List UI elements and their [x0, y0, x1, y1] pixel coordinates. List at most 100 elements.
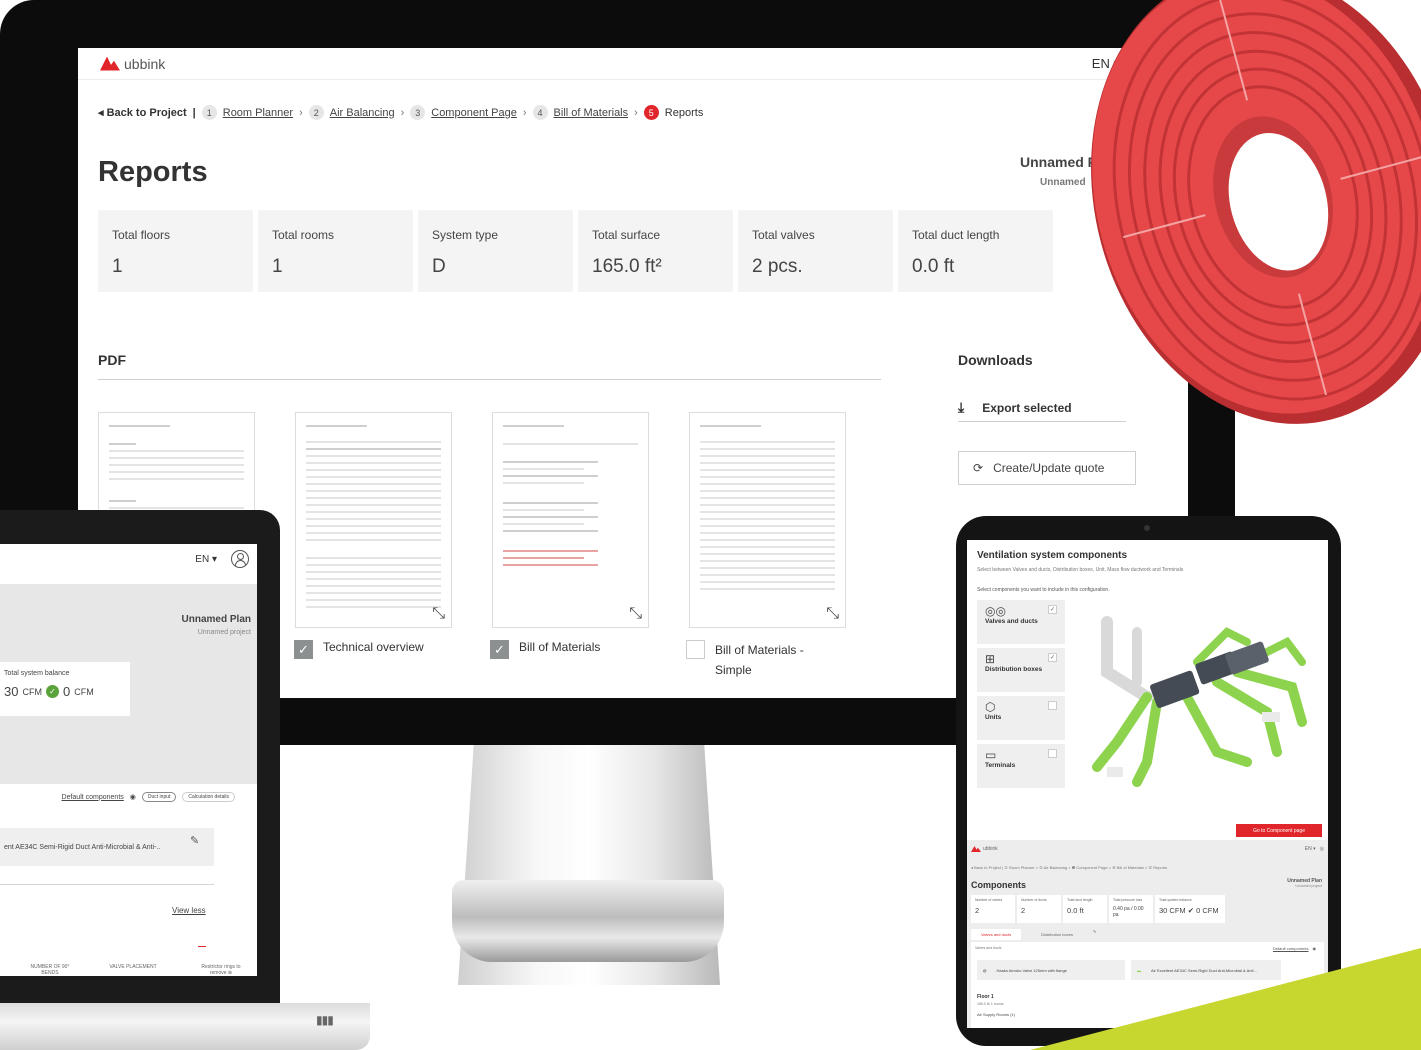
- laptop-screen: EN ▾ Unnamed Plan Unnamed project Total …: [0, 544, 257, 976]
- duct-input-toggle[interactable]: Duct input: [141, 792, 177, 802]
- breadcrumb-reports-current: Reports: [664, 106, 704, 119]
- go-to-component-page-button[interactable]: Go to Component page: [1236, 824, 1322, 837]
- tablet-screen: Ventilation system components Select bet…: [967, 540, 1328, 1028]
- card-label: Valves and ducts: [985, 618, 1038, 625]
- expand-icon[interactable]: ⤡: [432, 605, 445, 623]
- checkbox-unchecked[interactable]: [686, 640, 705, 659]
- checkbox-checked[interactable]: ✓: [490, 640, 509, 659]
- breadcrumb-divider: |: [192, 106, 196, 119]
- card-units[interactable]: ⬡ Units: [977, 696, 1065, 740]
- card-label: Units: [985, 714, 1002, 721]
- balance-left: 30: [4, 684, 19, 699]
- create-update-quote-button[interactable]: ⟳ Create/Update quote: [958, 451, 1136, 485]
- back-to-project-link[interactable]: ◂ Back to Project: [98, 106, 187, 119]
- laptop: EN ▾ Unnamed Plan Unnamed project Total …: [0, 510, 280, 1015]
- checkbox-checked[interactable]: ✓: [1048, 653, 1057, 662]
- total-system-balance-card: Total system balance 30 CFM ✓ 0 CFM: [0, 662, 130, 716]
- card-terminals[interactable]: ▭ Terminals: [977, 744, 1065, 788]
- language-selector[interactable]: EN ▾: [195, 554, 217, 565]
- view-less-link[interactable]: View less: [172, 906, 206, 915]
- valves-icon: ◎◎: [985, 604, 1006, 618]
- component-type-cards: ◎◎ Valves and ducts ✓ ⊞ Distribution box…: [977, 600, 1065, 792]
- breadcrumb: ◂ Back to Project | ① Room Planner > ② A…: [971, 865, 1168, 870]
- column-header: VALVE PLACEMENT: [109, 964, 157, 970]
- stat-value: 165.0 ft²: [592, 256, 662, 277]
- default-duct-item: ent AE34C Semi-Rigid Duct Anti-Microbial…: [0, 828, 214, 866]
- floor-summary: 165.0 ft² 1 rooms: [977, 1002, 1004, 1006]
- report-thumbnail-bill-of-materials[interactable]: ⤡: [492, 412, 649, 628]
- checkbox-checked[interactable]: ✓: [294, 640, 313, 659]
- language-selector[interactable]: EN ▾: [1305, 846, 1316, 852]
- terminal-icon: ▭: [985, 748, 997, 762]
- checkbox-checked[interactable]: ✓: [1048, 605, 1057, 614]
- floor-heading: Floor 1: [977, 994, 994, 1000]
- laptop-header: EN ▾: [0, 544, 257, 574]
- step-number: 4: [532, 105, 548, 120]
- checkbox-unchecked[interactable]: [1048, 701, 1057, 710]
- report-thumbnail-bill-of-materials-simple[interactable]: ⤡: [689, 412, 846, 628]
- stat-label: Total duct length: [1067, 898, 1093, 902]
- monitor-stand-base: [452, 880, 724, 962]
- default-components-link[interactable]: Default components: [1273, 946, 1309, 951]
- project-name: Unnamed project: [197, 629, 251, 636]
- stat-card: Total system balance 30 CFM ✔ 0 CFM: [1155, 895, 1225, 923]
- stat-label: Total valves: [752, 228, 815, 242]
- eye-icon[interactable]: ◉: [130, 793, 136, 801]
- logo-text: ubbink: [983, 846, 998, 852]
- ubbink-logo-icon: [971, 846, 981, 852]
- breadcrumb: ◂ Back to Project | 1 Room Planner › 2 A…: [98, 105, 703, 120]
- user-account-icon[interactable]: ◎: [1320, 846, 1324, 852]
- pdf-heading: PDF: [98, 352, 126, 368]
- checkbox-unchecked[interactable]: [1048, 749, 1057, 758]
- card-distribution-boxes[interactable]: ⊞ Distribution boxes ✓: [977, 648, 1065, 692]
- stat-value: 2 pcs.: [752, 256, 803, 277]
- unit-icon: ⬡: [985, 700, 996, 714]
- stat-label: Total system balance: [1159, 898, 1192, 902]
- stat-card: Number of ducts 2: [1017, 895, 1061, 923]
- remove-icon[interactable]: [198, 946, 206, 947]
- default-components-link[interactable]: Default components: [62, 794, 124, 801]
- report-option-bill-of-materials[interactable]: ✓ Bill of Materials: [490, 640, 600, 659]
- expand-icon[interactable]: ⤡: [629, 605, 642, 623]
- stat-total-duct-length: Total duct length 0.0 ft: [898, 210, 1053, 292]
- balance-value: 30 CFM ✓ 0 CFM: [4, 684, 126, 699]
- stat-label: System type: [432, 228, 499, 242]
- expand-icon[interactable]: ⤡: [826, 605, 839, 623]
- stat-total-surface: Total surface 165.0 ft²: [578, 210, 733, 292]
- ubbink-logo[interactable]: ubbink: [100, 56, 165, 72]
- calculation-details-toggle[interactable]: Calculation details: [182, 792, 235, 802]
- edit-icon[interactable]: ✎: [190, 834, 199, 847]
- stat-value: D: [432, 256, 446, 277]
- breadcrumb-room-planner[interactable]: Room Planner: [223, 107, 293, 119]
- stat-value: 30 CFM ✔ 0 CFM: [1159, 906, 1219, 915]
- step-number: 3: [410, 105, 426, 120]
- breadcrumb-air-balancing[interactable]: Air Balancing: [330, 107, 395, 119]
- edit-icon[interactable]: ✎: [1093, 929, 1096, 940]
- eye-icon[interactable]: ◉: [1313, 946, 1317, 951]
- user-account-icon[interactable]: [231, 550, 249, 568]
- valve-icon: ◍: [983, 967, 987, 973]
- card-valves-and-ducts[interactable]: ◎◎ Valves and ducts ✓: [977, 600, 1065, 644]
- stat-value: 0.0 ft: [1067, 906, 1084, 915]
- stat-card: Number of valves 2: [971, 895, 1015, 923]
- report-option-bill-of-materials-simple[interactable]: Bill of Materials - Simple: [686, 640, 836, 680]
- air-supply-rooms[interactable]: Air Supply Rooms (1): [977, 1012, 1015, 1017]
- breadcrumb-component-page[interactable]: Component Page: [431, 107, 517, 119]
- ports-icon: ▮▮▮: [316, 1013, 334, 1027]
- tab-distribution-boxes[interactable]: Distribution boxes: [1031, 929, 1083, 940]
- report-option-label: Technical overview: [323, 640, 424, 654]
- section-subtitle: Select between Valves and ducts, Distrib…: [977, 567, 1184, 573]
- unit: CFM: [74, 686, 94, 697]
- report-thumbnail-technical-overview[interactable]: ⤡: [295, 412, 452, 628]
- report-option-technical-overview[interactable]: ✓ Technical overview: [294, 640, 424, 659]
- laptop-base: ▮▮▮: [0, 1003, 370, 1050]
- stat-value: 0.40 pa / 0.00 pa: [1113, 906, 1144, 918]
- column-header: NUMBER OF 90° BENDS: [30, 964, 70, 976]
- tab-valves-and-ducts[interactable]: Valves and ducts: [971, 929, 1022, 940]
- plan-info: Unnamed Plan Unnamed project: [182, 614, 251, 636]
- step-number-active: 5: [643, 105, 659, 120]
- breadcrumb-bill-of-materials[interactable]: Bill of Materials: [554, 107, 629, 119]
- thumbnail-preview: [306, 425, 441, 608]
- component-tabs: Valves and ducts Distribution boxes ✎: [971, 929, 1096, 940]
- step-number: 1: [201, 105, 217, 120]
